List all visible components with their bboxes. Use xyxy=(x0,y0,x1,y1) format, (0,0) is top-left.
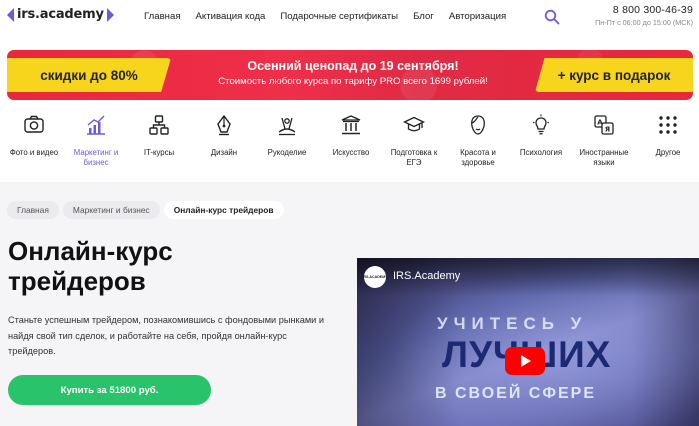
camera-icon xyxy=(24,115,44,133)
channel-avatar[interactable]: IRS.ACADEMY xyxy=(362,266,388,288)
category-label: Искусство xyxy=(332,148,370,157)
discount-tag: скидки до 80% xyxy=(7,58,171,92)
site-logo[interactable]: irs.academy xyxy=(7,7,114,22)
category-other[interactable]: Другое xyxy=(637,112,699,158)
nav-home[interactable]: Главная xyxy=(144,11,181,22)
category-psychology[interactable]: Психология xyxy=(510,112,572,158)
youtube-play-icon[interactable] xyxy=(505,347,545,375)
breadcrumb-current: Онлайн-курс трейдеров xyxy=(163,201,284,219)
page-title-line2: трейдеров xyxy=(8,266,146,296)
pen-nib-icon xyxy=(217,114,231,136)
site-header: irs.academy Главная Активация кода Подар… xyxy=(0,0,699,40)
promo-banner[interactable]: скидки до 80% Осенний ценопад до 19 сент… xyxy=(7,50,693,100)
logo-left-chevron-icon xyxy=(7,7,14,22)
gift-tag: + курс в подарок xyxy=(535,58,693,92)
category-bar: Фото и видео Маркетинг и бизнес IT-курсы… xyxy=(0,112,699,178)
svg-text:Я: Я xyxy=(605,126,610,134)
main-nav: Главная Активация кода Подарочные сертиф… xyxy=(144,11,521,22)
working-hours: Пн-Пт с 06:00 до 15:00 (МСК) xyxy=(595,18,693,27)
nav-activate-code[interactable]: Активация кода xyxy=(196,11,266,22)
chart-icon xyxy=(87,115,105,135)
nav-blog[interactable]: Блог xyxy=(413,11,434,22)
breadcrumb-home[interactable]: Главная xyxy=(7,201,59,219)
face-icon xyxy=(471,115,485,135)
video-player[interactable]: IRS.ACADEMY IRS.Academy УЧИТЕСЬ У ЛУЧШИХ… xyxy=(357,258,699,426)
page-title: Онлайн-курс трейдеров xyxy=(8,236,173,296)
lightbulb-icon xyxy=(533,114,549,135)
phone-number[interactable]: 8 800 300-46-39 xyxy=(595,4,693,16)
video-channel-title[interactable]: IRS.Academy xyxy=(393,270,460,282)
course-description: Станьте успешным трейдером, познакомивши… xyxy=(8,315,324,356)
category-crafts[interactable]: Рукоделие xyxy=(256,112,318,158)
category-label: Красота и здоровье xyxy=(460,148,496,167)
category-art[interactable]: Искусство xyxy=(320,112,382,158)
category-label: Иностранные языки xyxy=(579,148,629,167)
network-icon xyxy=(149,115,169,135)
nav-gift-certificates[interactable]: Подарочные сертификаты xyxy=(280,11,398,22)
category-label: Подготовка к ЕГЭ xyxy=(390,148,438,167)
category-it[interactable]: IT-курсы xyxy=(128,112,190,158)
category-beauty[interactable]: Красота и здоровье xyxy=(447,112,509,168)
category-label: IT-курсы xyxy=(143,148,175,157)
page-title-line1: Онлайн-курс xyxy=(8,236,173,266)
category-label: Маркетинг и бизнес xyxy=(73,148,119,167)
category-label: Психология xyxy=(519,148,563,157)
video-text-line3: В СВОЕЙ СФЕРЕ xyxy=(435,385,596,402)
translate-icon: A Я xyxy=(594,115,614,135)
category-languages[interactable]: A Я Иностранные языки xyxy=(573,112,635,168)
category-label: Фото и видео xyxy=(9,148,59,157)
logo-right-chevron-icon xyxy=(106,7,114,22)
category-photo-video[interactable]: Фото и видео xyxy=(3,112,65,158)
nav-login[interactable]: Авторизация xyxy=(449,11,506,22)
category-exam-prep[interactable]: Подготовка к ЕГЭ xyxy=(383,112,445,168)
logo-text: irs.academy xyxy=(17,7,104,22)
banner-text: Осенний ценопад до 19 сентября! Стоимост… xyxy=(171,59,535,87)
category-label: Рукоделие xyxy=(267,148,307,157)
column-icon xyxy=(341,115,361,135)
category-label: Другое xyxy=(655,148,681,157)
category-label: Дизайн xyxy=(210,148,238,157)
category-marketing[interactable]: Маркетинг и бизнес xyxy=(65,112,127,168)
banner-subtitle: Стоимость любого курса по тарифу PRO все… xyxy=(218,76,488,87)
grid-dots-icon xyxy=(659,116,677,134)
search-icon[interactable] xyxy=(544,9,560,25)
buy-button[interactable]: Купить за 51800 руб. xyxy=(8,375,211,405)
video-text-line1: УЧИТЕСЬ У xyxy=(437,314,588,333)
contact-block: 8 800 300-46-39 Пн-Пт с 06:00 до 15:00 (… xyxy=(595,4,693,27)
breadcrumb: Главная Маркетинг и бизнес Онлайн-курс т… xyxy=(7,201,284,219)
svg-text:A: A xyxy=(597,119,603,127)
category-design[interactable]: Дизайн xyxy=(193,112,255,158)
graduation-cap-icon xyxy=(402,116,426,132)
crafts-icon xyxy=(278,117,296,136)
banner-title: Осенний ценопад до 19 сентября! xyxy=(247,59,459,73)
breadcrumb-category[interactable]: Маркетинг и бизнес xyxy=(62,201,160,219)
